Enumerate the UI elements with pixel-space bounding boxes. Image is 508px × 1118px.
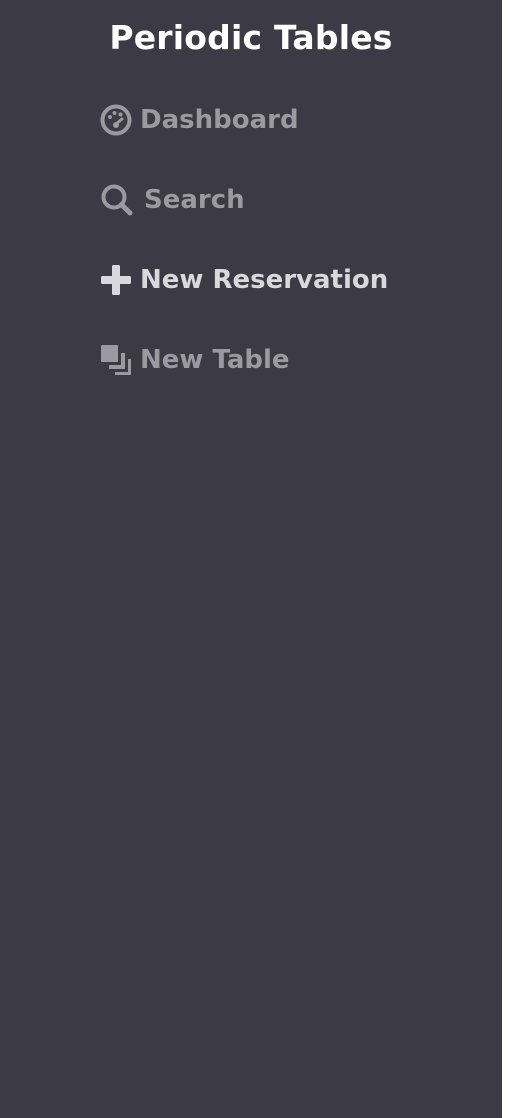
- sidebar: Periodic Tables Dashboard Search New Res…: [0, 0, 502, 1118]
- sidebar-item-search[interactable]: Search: [100, 176, 388, 224]
- plus-icon: [100, 256, 140, 304]
- sidebar-item-label: New Reservation: [140, 265, 389, 295]
- sidebar-item-label: Dashboard: [140, 105, 299, 135]
- sidebar-item-label: Search: [144, 185, 245, 215]
- brand-title[interactable]: Periodic Tables: [0, 14, 502, 62]
- sidebar-item-new-table[interactable]: New Table: [100, 336, 388, 384]
- stacked-squares-icon: [100, 336, 140, 384]
- dashboard-gauge-icon: [100, 96, 140, 144]
- sidebar-item-dashboard[interactable]: Dashboard: [100, 96, 388, 144]
- search-icon: [100, 176, 144, 224]
- sidebar-item-new-reservation[interactable]: New Reservation: [100, 256, 388, 304]
- sidebar-nav: Dashboard Search New Reservation New Tab…: [100, 96, 388, 416]
- sidebar-item-label: New Table: [140, 345, 290, 375]
